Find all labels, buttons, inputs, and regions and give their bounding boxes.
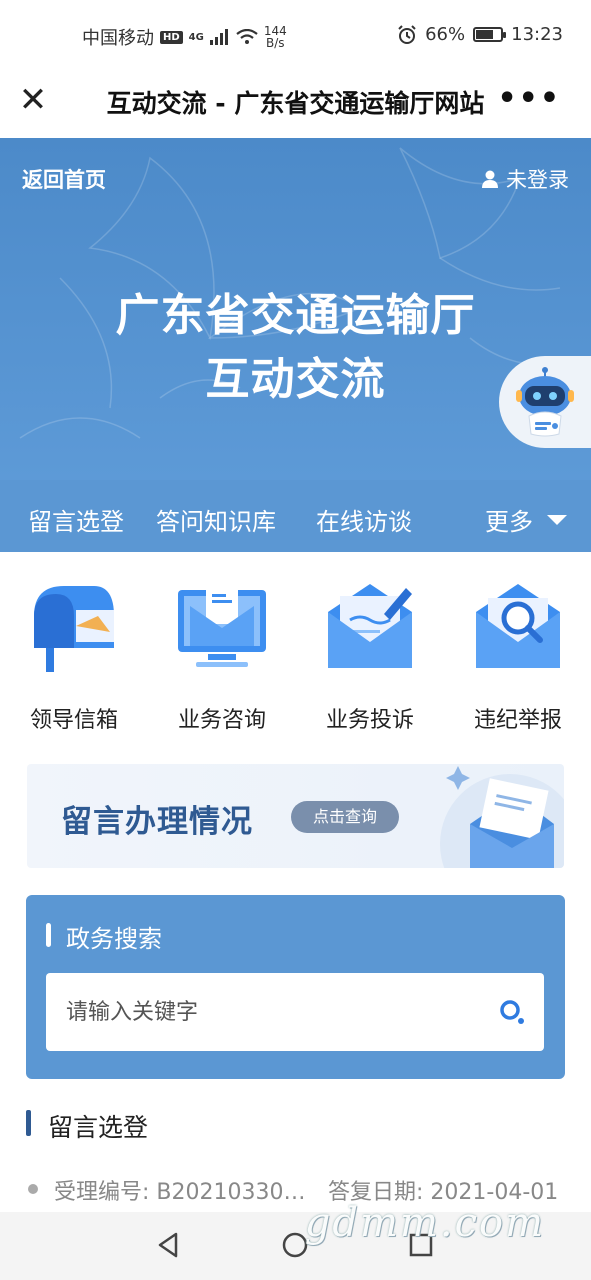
tab-qa-knowledge[interactable]: 答问知识库: [156, 502, 276, 537]
net-speed-unit: B/s: [266, 36, 285, 50]
search-box: [46, 973, 544, 1051]
clock: 13:23: [511, 24, 563, 45]
carrier-name: 中国移动: [82, 28, 154, 49]
quick-link-label: 业务咨询: [177, 708, 266, 733]
query-button[interactable]: 点击查询: [291, 801, 399, 833]
section-title: 留言选登: [48, 1113, 149, 1142]
envelope-pen-icon: [328, 584, 412, 668]
wifi-icon: [236, 29, 258, 44]
status-bar: 中国移动 HD 4G 144 B/s 66% 13:23: [0, 0, 591, 72]
list-item-id: 受理编号: B20210330…: [54, 1180, 306, 1205]
alarm-icon: [398, 24, 416, 44]
user-icon: [482, 170, 498, 188]
hd-badge: HD: [160, 30, 183, 44]
close-icon[interactable]: ✕: [18, 83, 48, 117]
status-right: 66% 13:23: [397, 24, 563, 45]
section-accent-bar: [26, 1110, 31, 1136]
net-speed: 144 B/s: [264, 25, 287, 49]
category-nav: 留言选登 答问知识库 在线访谈 更多: [0, 480, 591, 552]
signal-icon: [209, 29, 228, 45]
search-input[interactable]: [66, 973, 486, 1051]
robot-assistant-button[interactable]: [499, 356, 591, 448]
tab-online-interview[interactable]: 在线访谈: [316, 502, 412, 537]
hero-banner: 返回首页 未登录 广东省交通运输厅 互动交流: [0, 138, 591, 480]
battery-fill: [476, 30, 494, 39]
search-icon[interactable]: [498, 998, 526, 1026]
back-triangle-icon[interactable]: [154, 1230, 184, 1260]
envelope-illustration-icon: [440, 766, 564, 868]
nav-more-dropdown[interactable]: 更多: [485, 502, 567, 537]
banner-heading-line1: 广东省交通运输厅: [115, 290, 476, 341]
more-dots-icon[interactable]: •••: [497, 81, 561, 116]
mailbox-icon: [34, 586, 114, 672]
back-home-link[interactable]: 返回首页: [22, 164, 106, 194]
quick-link-leader-mailbox[interactable]: 领导信箱: [0, 576, 148, 734]
tab-message-selection[interactable]: 留言选登: [28, 502, 124, 537]
battery-percent: 66%: [425, 24, 466, 45]
page-title: 互动交流 - 广东省交通运输厅网站: [106, 89, 485, 118]
section-accent-bar: [46, 923, 51, 947]
caret-down-icon: [547, 514, 567, 525]
message-status-card[interactable]: 留言办理情况 点击查询: [27, 764, 564, 868]
quick-link-label: 领导信箱: [29, 708, 118, 733]
nav-more-label: 更多: [485, 508, 533, 536]
quick-link-discipline-report[interactable]: 违纪举报: [444, 576, 591, 734]
quick-links: 领导信箱 业务咨询 业务投诉 违纪举报: [0, 576, 591, 746]
bullet-icon: [28, 1184, 38, 1194]
envelope-search-icon: [476, 584, 560, 668]
app-titlebar: ✕ 互动交流 - 广东省交通运输厅网站 •••: [0, 72, 591, 138]
message-status-title: 留言办理情况: [61, 804, 253, 840]
monitor-mail-icon: [178, 586, 266, 667]
login-link[interactable]: 未登录: [480, 164, 569, 194]
battery-icon: [473, 27, 507, 42]
gov-search-panel: 政务搜索: [26, 895, 565, 1079]
quick-link-business-complaint[interactable]: 业务投诉: [296, 576, 444, 734]
network-type: 4G: [188, 31, 204, 43]
robot-assistant-icon: [516, 367, 574, 437]
watermark-text: gdmm.com: [304, 1200, 545, 1246]
search-title: 政务搜索: [66, 925, 162, 953]
quick-link-business-consult[interactable]: 业务咨询: [148, 576, 296, 734]
quick-link-label: 违纪举报: [473, 708, 562, 733]
quick-link-label: 业务投诉: [325, 708, 414, 733]
status-left: 中国移动 HD 4G 144 B/s: [82, 24, 287, 50]
login-label: 未登录: [506, 168, 569, 192]
